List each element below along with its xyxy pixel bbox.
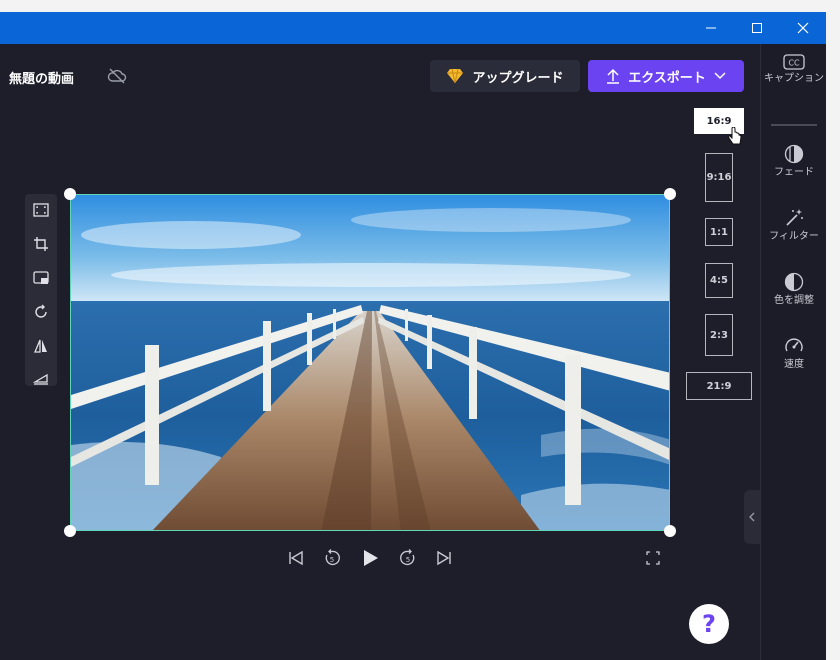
export-button[interactable]: エクスポート xyxy=(588,60,744,92)
sidebar-item-label: フェード xyxy=(774,167,814,178)
close-icon xyxy=(797,22,809,34)
collapse-panel-button[interactable] xyxy=(744,490,760,544)
sidebar-item-speed[interactable]: 速度 xyxy=(761,336,826,371)
aspect-ratio-2-3[interactable]: 2:3 xyxy=(705,314,733,356)
project-title[interactable]: 無題の動画 xyxy=(9,68,74,87)
help-button[interactable]: ? xyxy=(689,604,729,644)
speedometer-icon xyxy=(785,338,803,352)
fade-icon xyxy=(784,144,804,164)
diamond-icon xyxy=(447,68,464,84)
forward-5-icon: 5 xyxy=(400,549,415,566)
aspect-ratio-1-1[interactable]: 1:1 xyxy=(705,218,733,246)
sidebar-item-fade[interactable]: フェード xyxy=(761,144,826,179)
fit-icon xyxy=(33,203,49,217)
align-button[interactable] xyxy=(31,368,51,388)
resize-handle-bottom-left[interactable] xyxy=(64,525,76,537)
upgrade-button[interactable]: アップグレード xyxy=(430,60,580,92)
rotate-button[interactable] xyxy=(31,302,51,322)
crop-button[interactable] xyxy=(31,234,51,254)
play-icon xyxy=(364,550,378,566)
sidebar-item-color-adjust[interactable]: 色を調整 xyxy=(761,272,826,307)
pier-image xyxy=(71,195,669,530)
fit-button[interactable] xyxy=(31,200,51,220)
rewind-seconds-label: 5 xyxy=(330,556,334,564)
skip-forward-button[interactable] xyxy=(434,548,454,568)
app-window: 無題の動画 アップグレード エクスポート 16:9 9:16 1:1 4:5 2… xyxy=(0,12,826,660)
sidebar-item-label: 色を調整 xyxy=(774,295,814,306)
sidebar-item-captions[interactable]: CC キャプション xyxy=(761,54,826,85)
sidebar-divider xyxy=(771,124,817,126)
resize-handle-bottom-right[interactable] xyxy=(664,525,676,537)
sidebar-item-label: 速度 xyxy=(784,359,804,370)
align-icon xyxy=(33,373,48,385)
close-button[interactable] xyxy=(780,12,826,44)
maximize-button[interactable] xyxy=(734,12,780,44)
skip-back-button[interactable] xyxy=(286,548,306,568)
rewind-5-button[interactable]: 5 xyxy=(322,548,342,568)
sidebar-item-label: フィルター xyxy=(769,231,819,242)
hand-cursor-icon xyxy=(728,127,742,145)
minimize-button[interactable] xyxy=(688,12,734,44)
aspect-ratio-21-9[interactable]: 21:9 xyxy=(686,372,752,400)
contrast-icon xyxy=(784,272,804,292)
cc-icon: CC xyxy=(783,54,805,70)
resize-handle-top-left[interactable] xyxy=(64,188,76,200)
sidebar-item-label: キャプション xyxy=(764,73,824,84)
magic-wand-icon xyxy=(786,209,803,226)
aspect-ratio-9-16[interactable]: 9:16 xyxy=(705,153,733,202)
chevron-left-icon xyxy=(749,512,755,522)
flip-button[interactable] xyxy=(31,336,51,356)
video-preview[interactable] xyxy=(70,194,670,531)
maximize-icon xyxy=(752,23,762,33)
svg-text:CC: CC xyxy=(788,59,800,68)
fullscreen-icon xyxy=(646,551,660,565)
rewind-5-icon: 5 xyxy=(325,549,340,566)
forward-5-button[interactable]: 5 xyxy=(398,548,418,568)
upload-icon xyxy=(607,68,620,84)
cloud-off-icon[interactable] xyxy=(107,67,127,85)
upgrade-label: アップグレード xyxy=(472,70,564,86)
fullscreen-button[interactable] xyxy=(643,548,663,568)
forward-seconds-label: 5 xyxy=(406,556,410,564)
picture-in-picture-icon xyxy=(33,271,49,284)
resize-handle-top-right[interactable] xyxy=(664,188,676,200)
chevron-down-icon xyxy=(714,72,726,80)
picture-in-picture-button[interactable] xyxy=(31,268,51,288)
sidebar-item-filters[interactable]: フィルター xyxy=(761,208,826,243)
export-label: エクスポート xyxy=(628,70,706,86)
aspect-ratio-4-5[interactable]: 4:5 xyxy=(705,263,733,298)
transform-toolbar xyxy=(25,194,57,386)
crop-icon xyxy=(34,237,48,251)
play-button[interactable] xyxy=(360,548,380,568)
skip-forward-icon xyxy=(437,550,451,566)
skip-back-icon xyxy=(289,550,303,566)
title-bar xyxy=(0,12,826,44)
minimize-icon xyxy=(706,27,716,29)
flip-icon xyxy=(34,339,47,353)
right-sidebar: CC キャプション フェード フィルター 色を調整 速度 xyxy=(760,44,826,660)
rotate-icon xyxy=(35,304,47,318)
